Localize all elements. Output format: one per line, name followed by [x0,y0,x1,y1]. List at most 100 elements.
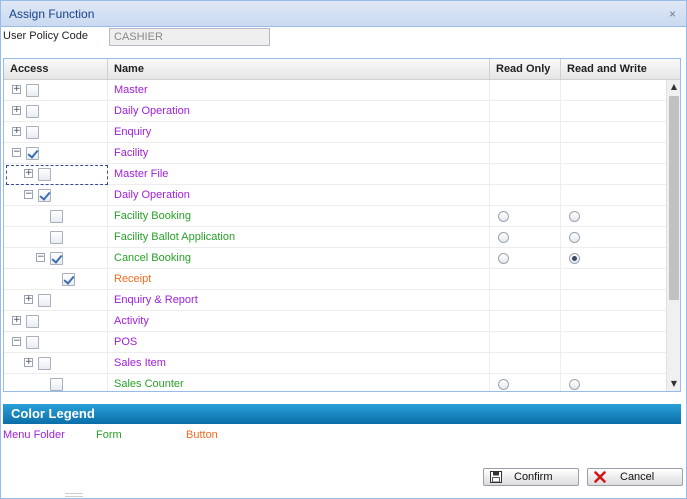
expand-plus-icon[interactable]: + [12,106,21,115]
read-only-cell [490,311,561,332]
table-row[interactable]: + Daily Operation [4,101,666,122]
read-only-cell [490,80,561,101]
read-only-cell [490,248,561,269]
read-only-cell [490,164,561,185]
column-header-name[interactable]: Name [108,59,490,80]
color-legend-header: Color Legend [3,404,681,424]
read-only-cell [490,206,561,227]
focus-outline [6,165,108,185]
table-row[interactable]: Sales Counter [4,374,666,391]
vertical-scrollbar[interactable]: ▲ ▼ [666,80,680,391]
read-write-radio[interactable] [569,253,580,264]
column-header-read-and-write[interactable]: Read and Write [561,59,680,80]
read-write-cell [561,290,666,311]
access-checkbox[interactable] [50,378,63,391]
column-header-access[interactable]: Access [4,59,108,80]
expand-plus-icon[interactable]: + [12,127,21,136]
access-checkbox[interactable] [26,105,39,118]
read-only-radio[interactable] [498,253,509,264]
access-cell: + [4,164,108,185]
table-row[interactable]: + Activity [4,311,666,332]
access-checkbox[interactable] [26,315,39,328]
access-cell: − [4,185,108,206]
read-write-radio[interactable] [569,379,580,390]
access-cell [4,269,108,290]
expand-plus-icon[interactable]: + [24,358,33,367]
table-row[interactable]: Facility Ballot Application [4,227,666,248]
table-row[interactable]: − Daily Operation [4,185,666,206]
read-only-cell [490,290,561,311]
read-write-radio[interactable] [569,211,580,222]
read-write-cell [561,353,666,374]
expand-plus-icon[interactable]: + [24,295,33,304]
access-checkbox[interactable] [38,294,51,307]
access-cell: − [4,332,108,353]
grid-rows: + Master + Daily Operation + Enquiry − Facility… [4,80,666,391]
function-name: Receipt [114,273,152,285]
read-write-radio[interactable] [569,232,580,243]
user-policy-code-label: User Policy Code [3,30,88,42]
collapse-minus-icon[interactable]: − [36,253,45,262]
scroll-down-arrow-icon[interactable]: ▼ [667,377,680,391]
function-name: Facility Booking [114,210,192,222]
table-row[interactable]: Facility Booking [4,206,666,227]
access-checkbox[interactable] [38,189,51,202]
table-row[interactable]: Receipt [4,269,666,290]
table-row[interactable]: + Sales Item [4,353,666,374]
expand-plus-icon[interactable]: + [12,316,21,325]
access-cell: + [4,122,108,143]
read-only-radio[interactable] [498,232,509,243]
expand-plus-icon[interactable]: + [12,85,21,94]
access-checkbox[interactable] [50,210,63,223]
cancel-button[interactable]: Cancel [587,468,683,486]
confirm-button[interactable]: Confirm [483,468,579,486]
access-checkbox[interactable] [50,252,63,265]
read-write-cell [561,311,666,332]
collapse-minus-icon[interactable]: − [24,190,33,199]
close-icon[interactable]: × [669,7,676,21]
name-cell: Facility Booking [108,206,490,227]
access-checkbox[interactable] [26,84,39,97]
function-name: Enquiry [114,126,152,138]
table-row[interactable]: + Master File [4,164,666,185]
resize-grip[interactable] [65,493,83,497]
read-write-cell [561,101,666,122]
access-checkbox[interactable] [62,273,75,286]
read-write-cell [561,206,666,227]
name-cell: Master [108,80,490,101]
scroll-thumb[interactable] [669,96,679,300]
read-write-cell [561,143,666,164]
name-cell: Enquiry & Report [108,290,490,311]
access-checkbox[interactable] [26,126,39,139]
user-policy-code-field[interactable] [109,28,270,46]
collapse-minus-icon[interactable]: − [12,337,21,346]
read-only-cell [490,143,561,164]
access-checkbox[interactable] [26,336,39,349]
function-name: Master File [114,168,169,180]
access-cell: + [4,80,108,101]
function-name: Cancel Booking [114,252,192,264]
table-row[interactable]: + Master [4,80,666,101]
read-only-cell [490,374,561,391]
read-only-cell [490,101,561,122]
confirm-button-label: Confirm [514,471,553,483]
access-cell: − [4,143,108,164]
table-row[interactable]: − Facility [4,143,666,164]
function-name: Master [114,84,148,96]
access-cell: + [4,101,108,122]
read-only-radio[interactable] [498,379,509,390]
access-checkbox[interactable] [26,147,39,160]
access-checkbox[interactable] [38,357,51,370]
table-row[interactable]: − POS [4,332,666,353]
access-checkbox[interactable] [50,231,63,244]
table-row[interactable]: + Enquiry & Report [4,290,666,311]
column-header-read-only[interactable]: Read Only [490,59,561,80]
read-only-radio[interactable] [498,211,509,222]
collapse-minus-icon[interactable]: − [12,148,21,157]
scroll-up-arrow-icon[interactable]: ▲ [667,80,680,94]
dialog-titlebar: Assign Function × [1,1,686,27]
read-write-cell [561,248,666,269]
table-row[interactable]: + Enquiry [4,122,666,143]
name-cell: Enquiry [108,122,490,143]
table-row[interactable]: − Cancel Booking [4,248,666,269]
